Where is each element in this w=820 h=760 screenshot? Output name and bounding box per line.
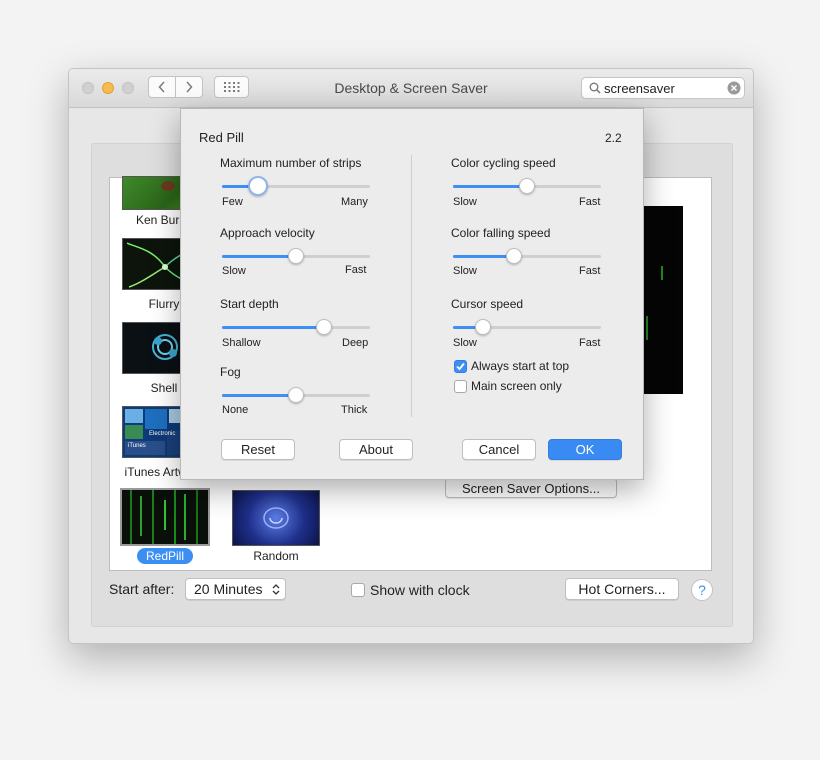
title-bar: Desktop & Screen Saver screensaver [69, 69, 753, 108]
matrix-strip [152, 490, 154, 544]
matrix-strip [140, 496, 142, 536]
sheet-title: Red Pill [199, 130, 244, 145]
cursor-speed-slider[interactable] [453, 319, 601, 335]
saver-label-random: Random [253, 549, 299, 563]
slider-fill [222, 394, 296, 397]
slider-knob[interactable] [288, 248, 304, 264]
cursor-speed-min-label: Slow [453, 337, 477, 349]
slider-fill [453, 185, 527, 188]
matrix-strip [174, 490, 176, 544]
fog-label: Fog [220, 365, 241, 379]
slider-knob[interactable] [519, 178, 535, 194]
reset-button[interactable]: Reset [221, 439, 295, 460]
artwork-tile [125, 409, 143, 423]
color-falling-min-label: Slow [453, 265, 477, 277]
slider-fill [222, 326, 325, 329]
redpill-thumbnail[interactable] [120, 488, 210, 546]
color-falling-max-label: Fast [579, 265, 601, 277]
search-input[interactable]: screensaver [604, 81, 675, 96]
about-button[interactable]: About [339, 439, 413, 460]
slider-knob[interactable] [316, 319, 333, 335]
slider-fill [453, 255, 514, 258]
clear-search-icon[interactable] [727, 81, 741, 95]
fog-max-label: Thick [341, 404, 368, 416]
matrix-strip [164, 500, 166, 530]
main-screen-only-checkbox[interactable] [454, 380, 467, 393]
matrix-strip [196, 490, 198, 544]
color-falling-slider[interactable] [453, 248, 601, 264]
show-with-clock-checkbox[interactable] [351, 583, 365, 597]
approach-velocity-min-label: Slow [222, 265, 246, 277]
slider-knob[interactable] [505, 248, 522, 264]
artwork-text: iTunes [128, 443, 146, 449]
artwork-text: Electronic [149, 431, 176, 437]
matrix-strip [646, 316, 648, 340]
screen-saver-options-sheet: Red Pill 2.2 Maximum number of strips Fe… [180, 108, 644, 480]
show-with-clock-label: Show with clock [370, 582, 470, 598]
column-divider [411, 155, 412, 417]
screen-saver-options-button[interactable]: Screen Saver Options... [445, 478, 617, 498]
checkmark-icon [456, 362, 465, 371]
approach-velocity-slider[interactable] [222, 248, 370, 264]
color-cycling-min-label: Slow [453, 196, 477, 208]
cancel-button[interactable]: Cancel [462, 439, 536, 460]
search-field[interactable]: screensaver [581, 77, 745, 99]
max-strips-slider[interactable] [222, 176, 370, 196]
color-falling-label: Color falling speed [451, 226, 551, 240]
help-button[interactable]: ? [691, 579, 713, 601]
main-screen-only-label: Main screen only [471, 379, 562, 393]
approach-velocity-max-label: Fast [345, 264, 367, 276]
color-cycling-slider[interactable] [453, 178, 601, 194]
slider-fill [222, 255, 296, 258]
start-depth-max-label: Deep [342, 337, 369, 349]
start-after-select[interactable]: 20 Minutes [185, 578, 286, 600]
artwork-tile [125, 425, 143, 439]
start-depth-min-label: Shallow [222, 337, 261, 349]
ok-button[interactable]: OK [548, 439, 622, 460]
matrix-strip [130, 490, 132, 544]
color-cycling-label: Color cycling speed [451, 156, 556, 170]
fog-min-label: None [222, 404, 249, 416]
updown-chevron-icon [272, 584, 280, 595]
matrix-strip [661, 266, 663, 280]
start-depth-slider[interactable] [222, 319, 370, 335]
sheet-version: 2.2 [605, 131, 622, 145]
matrix-strip [184, 494, 186, 540]
artwork-tile [145, 409, 167, 429]
random-thumbnail[interactable] [232, 490, 320, 546]
start-after-value: 20 Minutes [194, 581, 263, 597]
ken-burns-thumbnail-detail [161, 181, 175, 191]
saver-label-redpill: RedPill [137, 548, 193, 564]
start-depth-label: Start depth [220, 297, 279, 311]
start-after-label: Start after: [109, 581, 175, 597]
fog-slider[interactable] [222, 387, 370, 403]
always-start-at-top-checkbox[interactable] [454, 360, 467, 373]
cursor-speed-label: Cursor speed [451, 297, 524, 311]
always-start-at-top-label: Always start at top [471, 359, 570, 373]
max-strips-min-label: Few [222, 196, 243, 208]
slider-knob[interactable] [247, 176, 268, 196]
approach-velocity-label: Approach velocity [220, 226, 315, 240]
color-cycling-max-label: Fast [579, 196, 601, 208]
random-art [263, 507, 289, 529]
cursor-speed-max-label: Fast [579, 337, 601, 349]
hot-corners-button[interactable]: Hot Corners... [565, 578, 679, 600]
slider-knob[interactable] [288, 387, 304, 403]
slider-knob[interactable] [474, 319, 491, 335]
max-strips-label: Maximum number of strips [220, 156, 362, 170]
search-icon [589, 82, 601, 94]
max-strips-max-label: Many [341, 196, 368, 208]
